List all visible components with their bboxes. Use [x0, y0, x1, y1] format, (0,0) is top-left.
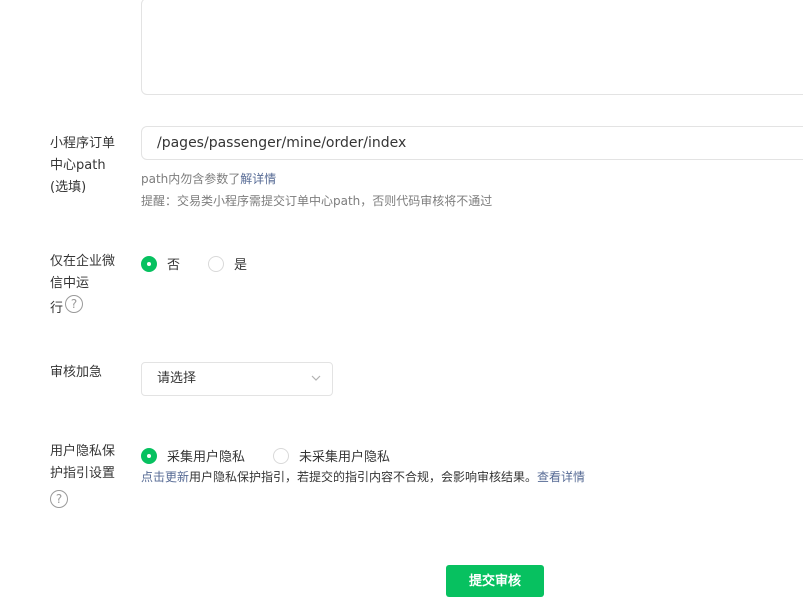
enterprise-only-radio-group: 否 是 [141, 254, 275, 273]
radio-enterprise-yes[interactable]: 是 [208, 254, 247, 273]
order-path-reminder: 提醒：交易类小程序需提交订单中心path，否则代码审核将不通过 [141, 194, 493, 208]
description-textarea[interactable] [141, 0, 803, 95]
radio-checked-icon [141, 447, 157, 464]
radio-no-collect-privacy[interactable]: 未采集用户隐私 [273, 446, 390, 465]
chevron-down-icon [311, 375, 321, 381]
order-path-label: 小程序订单 中心path (选填) [50, 136, 116, 195]
radio-enterprise-no[interactable]: 否 [141, 254, 180, 273]
radio-checked-icon [141, 255, 157, 272]
urgent-review-label: 审核加急 [50, 365, 103, 380]
path-detail-link[interactable]: 解详情 [240, 172, 276, 186]
urgent-review-select[interactable]: 请选择 [141, 362, 333, 396]
order-path-hint: path内勿含参数了解详情 [141, 172, 277, 186]
update-privacy-link[interactable]: 点击更新 [141, 470, 189, 484]
radio-collect-privacy[interactable]: 采集用户隐私 [141, 446, 245, 465]
submit-review-button[interactable]: 提交审核 [446, 565, 544, 597]
view-detail-link[interactable]: 查看详情 [537, 470, 585, 484]
enterprise-only-label: 仅在企业微 信中运 行? [50, 254, 116, 316]
radio-unchecked-icon [208, 255, 225, 272]
radio-unchecked-icon [273, 447, 290, 464]
privacy-guide-label: 用户隐私保 护指引设置 ? [50, 444, 116, 508]
help-icon[interactable]: ? [50, 489, 68, 508]
privacy-radio-group: 采集用户隐私 未采集用户隐私 [141, 446, 418, 465]
privacy-hint: 点击更新用户隐私保护指引，若提交的指引内容不合规，会影响审核结果。查看详情 [141, 470, 586, 484]
order-path-input[interactable]: /pages/passenger/mine/order/index [141, 126, 803, 160]
help-icon[interactable]: ? [65, 294, 84, 313]
